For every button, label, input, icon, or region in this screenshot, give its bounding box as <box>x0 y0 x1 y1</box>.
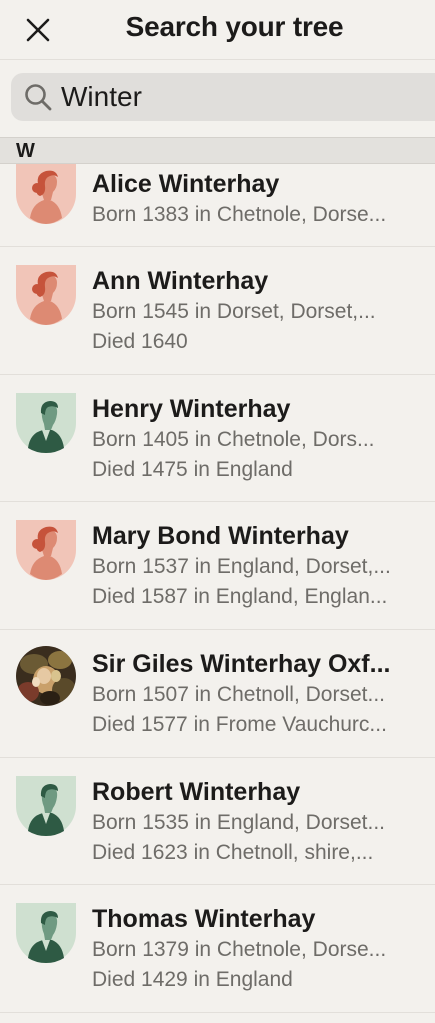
person-died: Died 1577 in Frome Vauchurc... <box>92 713 387 736</box>
section-header: W <box>0 137 435 164</box>
person-died: Died 1475 in England <box>92 458 293 481</box>
person-name: Ann Winterhay <box>92 267 269 295</box>
portrait-photo <box>16 646 76 706</box>
person-died: Died 1623 in Chetnoll, shire,... <box>92 841 374 864</box>
list-item[interactable]: Henry Winterhay Born 1405 in Chetnole, D… <box>0 375 435 502</box>
person-died: Died 1429 in England <box>92 968 293 991</box>
list-item[interactable]: Sir Giles Winterhay Oxf... Born 1507 in … <box>0 630 435 758</box>
person-born: Born 1545 in Dorset, Dorset,... <box>92 300 376 323</box>
person-name: Robert Winterhay <box>92 778 301 806</box>
person-born: Born 1405 in Chetnole, Dors... <box>92 428 375 451</box>
list-item[interactable]: Mary Bond Winterhay Born 1537 in England… <box>0 502 435 630</box>
list-item[interactable]: Ann Winterhay Born 1545 in Dorset, Dorse… <box>0 247 435 375</box>
female-silhouette-icon <box>16 520 76 580</box>
person-born: Born 1383 in Chetnole, Dorse... <box>92 203 387 226</box>
person-name: Thomas Winterhay <box>92 905 316 933</box>
male-silhouette-icon <box>16 903 76 963</box>
search-field[interactable] <box>11 73 435 121</box>
section-letter: W <box>16 140 35 162</box>
person-born: Born 1537 in England, Dorset,... <box>92 555 391 578</box>
person-name: Henry Winterhay <box>92 395 291 423</box>
person-name: Alice Winterhay <box>92 170 280 198</box>
person-name: Mary Bond Winterhay <box>92 522 349 550</box>
female-silhouette-icon <box>16 164 76 224</box>
top-bar: Search your tree <box>0 0 435 60</box>
person-born: Born 1535 in England, Dorset... <box>92 811 386 834</box>
list-item[interactable]: Thomas Winterhay Born 1379 in Chetnole, … <box>0 885 435 1013</box>
page-title: Search your tree <box>125 11 344 42</box>
person-died: Died 1640 <box>92 330 188 353</box>
male-silhouette-icon <box>16 776 76 836</box>
list-item[interactable]: Robert Winterhay Born 1535 in England, D… <box>0 758 435 885</box>
person-born: Born 1379 in Chetnole, Dorse... <box>92 938 387 961</box>
list-item[interactable]: Alice Winterhay Born 1383 in Chetnole, D… <box>0 164 435 247</box>
search-icon <box>25 84 52 111</box>
male-silhouette-icon <box>16 393 76 453</box>
person-died: Died 1587 in England, Englan... <box>92 585 388 608</box>
person-name: Sir Giles Winterhay Oxf... <box>92 650 391 678</box>
search-input[interactable] <box>61 79 421 115</box>
person-born: Born 1507 in Chetnoll, Dorset... <box>92 683 385 706</box>
female-silhouette-icon <box>16 265 76 325</box>
